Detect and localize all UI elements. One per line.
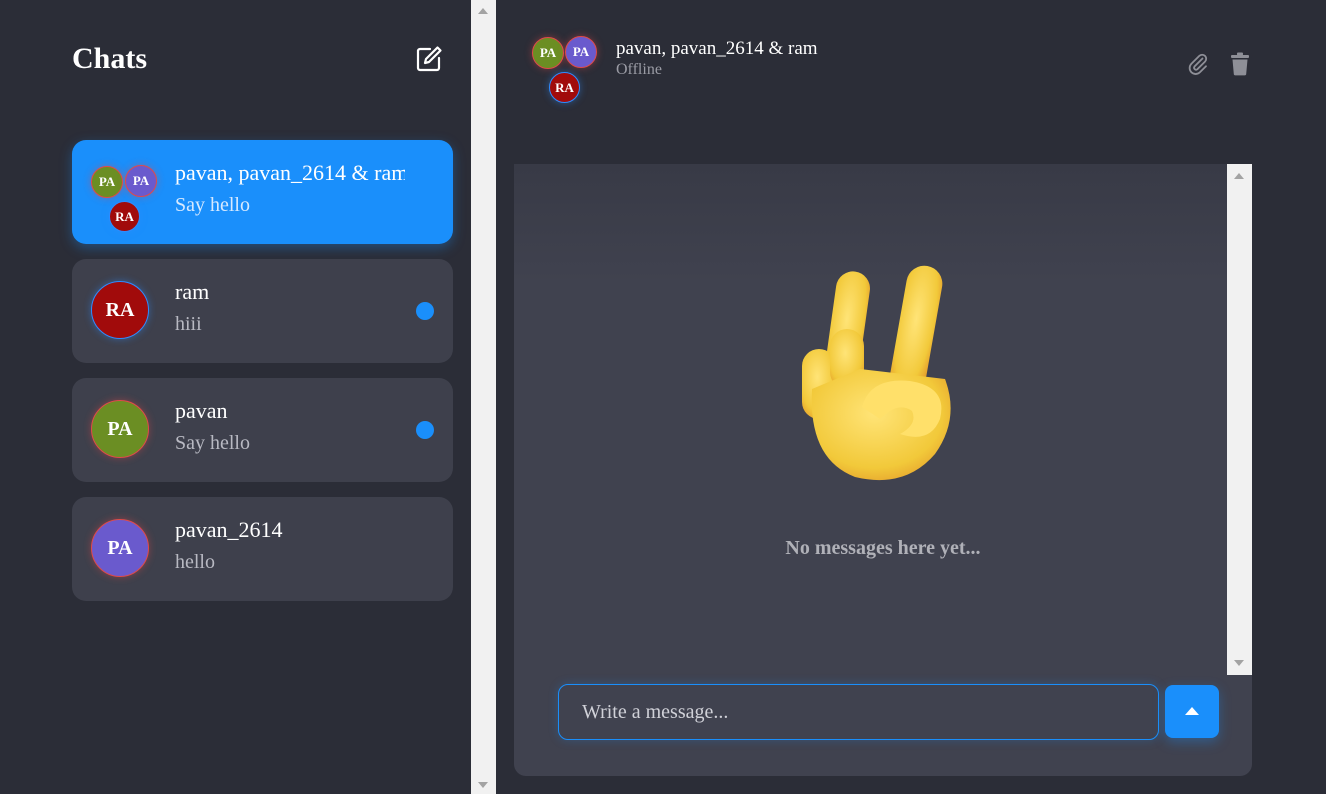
avatar: RA [91, 281, 149, 339]
unread-indicator [416, 421, 434, 439]
conversation-area: PA PA RA pavan, pavan_2614 & ram Offline [496, 0, 1326, 794]
header-avatar: PA [532, 37, 564, 69]
header-avatar: RA [549, 72, 580, 103]
sidebar-scrollbar[interactable] [471, 0, 496, 794]
chat-item-ram[interactable]: RA ram hiii [72, 259, 453, 363]
trash-icon [1231, 52, 1249, 76]
sidebar-title: Chats [72, 42, 148, 75]
send-arrow-icon [1185, 707, 1199, 715]
victory-hand-emoji-icon [802, 265, 951, 481]
chat-app: Chats PA PA RA pavan, pavan_2614 & ram S… [0, 0, 1326, 794]
avatar: PA [91, 400, 149, 458]
chat-item-group[interactable]: PA PA RA pavan, pavan_2614 & ram Say hel… [72, 140, 453, 244]
chat-preview: hello [175, 551, 215, 573]
chat-item-pavan[interactable]: PA pavan Say hello [72, 378, 453, 482]
chat-name: pavan [175, 398, 228, 423]
unread-indicator [416, 302, 434, 320]
chat-preview: Say hello [175, 432, 250, 454]
message-panel: No messages here yet... [514, 164, 1252, 776]
chat-preview: hiii [175, 313, 202, 335]
scroll-up-arrow[interactable] [478, 8, 488, 14]
new-chat-button[interactable] [414, 44, 444, 74]
chat-preview: Say hello [175, 194, 250, 216]
scroll-down-arrow[interactable] [478, 782, 488, 788]
messages-scrollbar[interactable] [1227, 164, 1252, 675]
header-avatar: PA [565, 36, 597, 68]
conversation-status: Offline [616, 61, 662, 78]
empty-state-text: No messages here yet... [785, 537, 981, 559]
chat-name: ram [175, 279, 210, 304]
send-button[interactable] [1165, 685, 1219, 738]
chat-name: pavan, pavan_2614 & ram [175, 160, 405, 185]
delete-button[interactable] [1229, 52, 1253, 76]
scroll-down-arrow[interactable] [1234, 660, 1244, 666]
sidebar: Chats PA PA RA pavan, pavan_2614 & ram S… [0, 0, 471, 794]
paperclip-icon [1188, 53, 1208, 75]
compose-icon [416, 46, 442, 72]
avatar: RA [109, 201, 140, 232]
attach-button[interactable] [1186, 52, 1210, 76]
chat-name: pavan_2614 [175, 517, 283, 542]
scroll-up-arrow[interactable] [1234, 173, 1244, 179]
avatar: PA [125, 165, 157, 197]
conversation-title: pavan, pavan_2614 & ram [616, 38, 818, 59]
avatar: PA [91, 519, 149, 577]
avatar: PA [91, 166, 123, 198]
message-input[interactable] [558, 684, 1159, 740]
chat-list: PA PA RA pavan, pavan_2614 & ram Say hel… [72, 140, 453, 616]
chat-item-pavan-2614[interactable]: PA pavan_2614 hello [72, 497, 453, 601]
